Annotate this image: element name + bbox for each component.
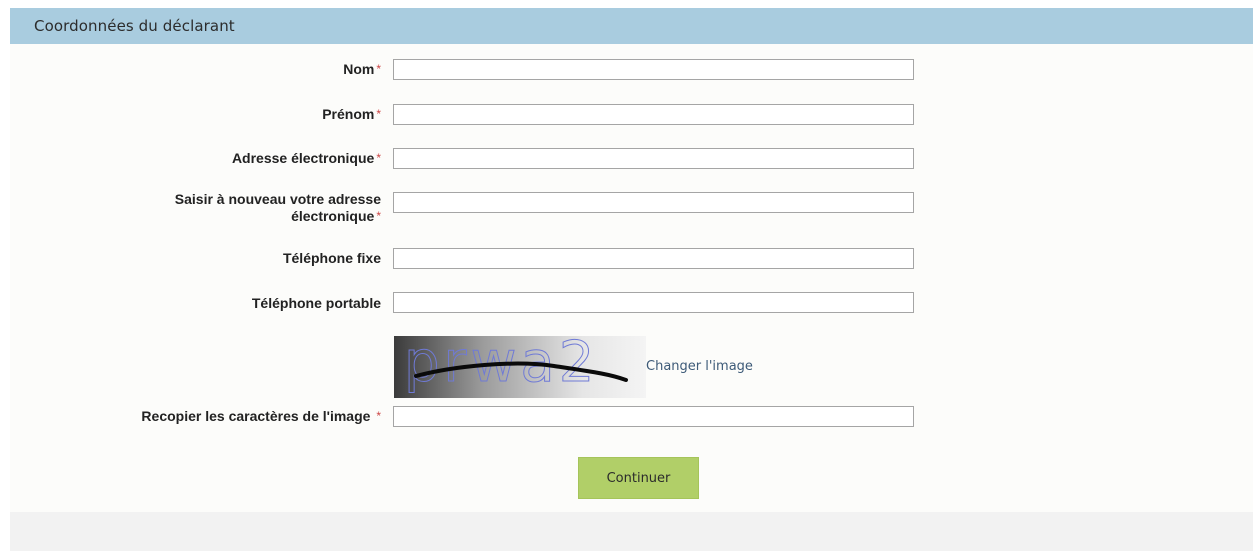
email-input[interactable] bbox=[393, 148, 914, 169]
required-marker: * bbox=[376, 409, 381, 423]
email-confirm-label-line1: Saisir à nouveau votre adresse bbox=[174, 191, 381, 207]
email-confirm-label-line2: électronique bbox=[291, 208, 375, 224]
phone-fixed-label: Téléphone fixe bbox=[61, 250, 381, 267]
prenom-label-text: Prénom bbox=[322, 106, 375, 122]
captcha-label: Recopier les caractères de l'image * bbox=[61, 408, 381, 425]
footer-band bbox=[10, 512, 1253, 551]
declarant-form-page: Coordonnées du déclarant Nom * Prénom * Ad… bbox=[10, 0, 1253, 551]
required-marker: * bbox=[376, 151, 381, 165]
captcha-input[interactable] bbox=[393, 406, 914, 427]
captcha-noise-stroke bbox=[414, 361, 628, 382]
section-header: Coordonnées du déclarant bbox=[10, 8, 1253, 44]
prenom-label: Prénom * bbox=[61, 106, 381, 123]
email-confirm-label: Saisir à nouveau votre adresse électroni… bbox=[61, 191, 381, 225]
required-marker: * bbox=[376, 62, 381, 76]
nom-input[interactable] bbox=[393, 59, 914, 80]
nom-label-text: Nom bbox=[343, 61, 375, 77]
phone-fixed-input[interactable] bbox=[393, 248, 914, 269]
captcha-image: prwa2 bbox=[394, 330, 646, 398]
captcha-label-text: Recopier les caractères de l'image bbox=[141, 408, 371, 424]
email-label-text: Adresse électronique bbox=[231, 150, 375, 166]
email-confirm-input[interactable] bbox=[393, 192, 914, 213]
phone-mobile-label: Téléphone portable bbox=[61, 295, 381, 312]
required-marker: * bbox=[376, 107, 381, 121]
nom-label: Nom * bbox=[61, 61, 381, 78]
change-image-link[interactable]: Changer l'image bbox=[646, 359, 753, 374]
prenom-input[interactable] bbox=[393, 104, 914, 125]
phone-mobile-label-text: Téléphone portable bbox=[251, 295, 381, 311]
required-marker: * bbox=[376, 209, 381, 223]
top-spacer bbox=[10, 0, 1253, 8]
phone-mobile-input[interactable] bbox=[393, 292, 914, 313]
phone-fixed-label-text: Téléphone fixe bbox=[282, 250, 381, 266]
section-title: Coordonnées du déclarant bbox=[34, 17, 235, 35]
email-label: Adresse électronique * bbox=[61, 150, 381, 167]
continue-button[interactable]: Continuer bbox=[578, 457, 699, 499]
